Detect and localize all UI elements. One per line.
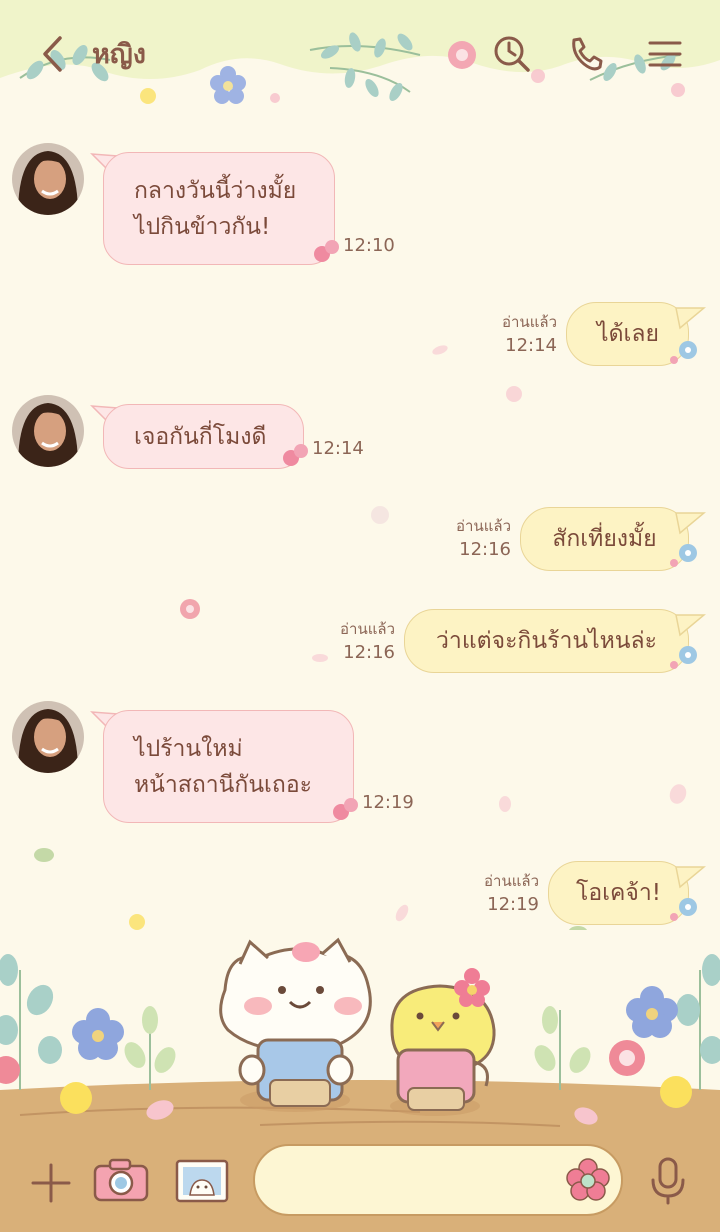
sticker-button[interactable] xyxy=(566,1158,610,1202)
message-text: ไปกินข้าวกัน! xyxy=(134,214,271,240)
message-text: ว่าแต่จะกินร้านไหนล่ะ xyxy=(436,628,657,654)
message-time: 12:19 xyxy=(362,792,414,813)
back-button[interactable] xyxy=(30,32,74,76)
flower-icon xyxy=(670,646,697,669)
message-time: 12:16 xyxy=(459,539,511,560)
theme-illustration xyxy=(0,937,720,1140)
bubble-tail xyxy=(675,307,706,330)
message-meta: อ่านแล้ว 12:19 xyxy=(452,871,539,919)
history-button[interactable] xyxy=(490,32,534,76)
chevron-left-icon xyxy=(43,36,62,72)
message-time: 12:19 xyxy=(487,894,539,915)
message-meta: อ่านแล้ว 12:14 xyxy=(470,312,557,360)
clock-icon xyxy=(494,36,530,72)
message-text: เจอกันกี่โมงดี xyxy=(134,424,267,450)
flower-icon xyxy=(670,898,697,921)
flower-icon xyxy=(670,341,697,364)
image-icon xyxy=(175,1159,229,1203)
message-time: 12:14 xyxy=(312,438,364,459)
profile-photo xyxy=(12,143,84,215)
cherry-icon xyxy=(283,444,308,466)
bubble-tail xyxy=(675,614,706,637)
avatar[interactable] xyxy=(12,395,84,467)
flower-sticker-icon xyxy=(566,1158,610,1201)
chat-title: หญิง xyxy=(92,39,146,70)
message-text: กลางวันนี้ว่างมั้ย xyxy=(134,178,297,204)
message-text: ได้เลย xyxy=(597,321,659,347)
message-meta: อ่านแล้ว 12:16 xyxy=(308,619,395,667)
message-time: 12:16 xyxy=(343,642,395,663)
avatar[interactable] xyxy=(12,143,84,215)
chat-screen: หญิง กลางวันนี้ว่างมั้ย ไปกินข้าวกัน! 12… xyxy=(0,0,720,1232)
message-text: สักเที่ยงมั้ย xyxy=(552,526,657,552)
read-receipt: อ่านแล้ว xyxy=(502,313,557,331)
message-meta: อ่านแล้ว 12:16 xyxy=(424,516,511,564)
call-button[interactable] xyxy=(564,32,608,76)
message-bubble[interactable]: สักเที่ยงมั้ย xyxy=(520,507,689,571)
message-bubble[interactable]: เจอกันกี่โมงดี xyxy=(103,404,304,469)
message-text: หน้าสถานีกันเถอะ xyxy=(134,772,313,798)
add-button[interactable] xyxy=(28,1160,74,1206)
avatar[interactable] xyxy=(12,701,84,773)
gallery-button[interactable] xyxy=(174,1158,230,1204)
message-bubble[interactable]: กลางวันนี้ว่างมั้ย ไปกินข้าวกัน! xyxy=(103,152,335,265)
profile-photo xyxy=(12,701,84,773)
read-receipt: อ่านแล้ว xyxy=(456,517,511,535)
camera-button[interactable] xyxy=(92,1156,150,1204)
flower-icon xyxy=(670,544,697,567)
message-bubble[interactable]: ว่าแต่จะกินร้านไหนล่ะ xyxy=(404,609,689,673)
bubble-tail xyxy=(675,512,706,535)
voice-button[interactable] xyxy=(648,1156,688,1206)
profile-photo xyxy=(12,395,84,467)
camera-icon xyxy=(93,1158,149,1202)
phone-icon xyxy=(572,37,603,71)
menu-icon xyxy=(648,41,682,67)
message-text: ไปร้านใหม่ xyxy=(134,736,243,762)
read-receipt: อ่านแล้ว xyxy=(340,620,395,638)
read-receipt: อ่านแล้ว xyxy=(484,872,539,890)
bubble-tail xyxy=(675,866,706,889)
cherry-icon xyxy=(333,798,358,820)
message-time: 12:14 xyxy=(505,335,557,356)
microphone-icon xyxy=(651,1157,685,1205)
message-time: 12:10 xyxy=(343,235,395,256)
message-text: โอเคจ้า! xyxy=(575,880,662,906)
cherry-icon xyxy=(314,240,339,262)
plus-icon xyxy=(31,1163,71,1203)
message-bubble[interactable]: ไปร้านใหม่ หน้าสถานีกันเถอะ xyxy=(103,710,354,823)
menu-button[interactable] xyxy=(643,32,687,76)
header: หญิง xyxy=(0,0,720,110)
